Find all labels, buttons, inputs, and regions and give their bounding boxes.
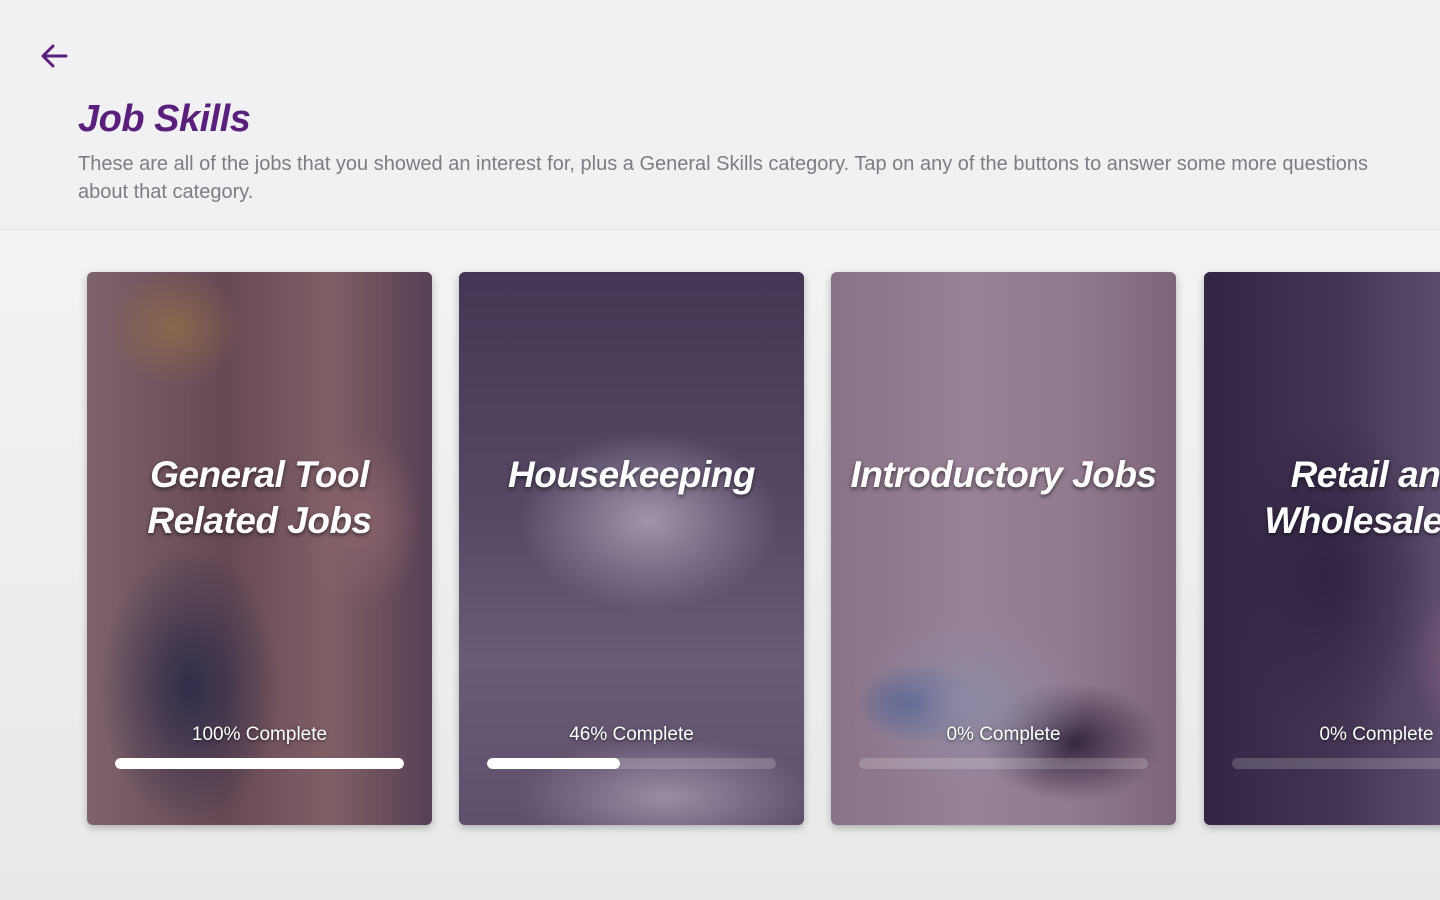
progress-label: 100% Complete	[191, 724, 328, 745]
card-title: Introductory Jobs	[850, 454, 1157, 495]
card-title: General Tool Related Jobs	[147, 454, 372, 541]
progress-label: 0% Complete	[1319, 724, 1434, 745]
progress-fill	[115, 758, 404, 769]
page-title: Job Skills	[78, 98, 251, 140]
progress-bar	[115, 758, 404, 769]
page-header: Job Skills These are all of the jobs tha…	[0, 0, 1440, 230]
arrow-left-icon	[41, 44, 68, 68]
progress-fill	[487, 758, 620, 769]
job-skill-cards: General Tool Related Jobs 100% Complete …	[0, 230, 1440, 900]
card-housekeeping[interactable]: Housekeeping 46% Complete	[459, 272, 804, 825]
progress-bar	[859, 758, 1148, 769]
progress-label: 0% Complete	[946, 724, 1061, 745]
card-title: Housekeeping	[508, 454, 755, 495]
progress-bar	[487, 758, 776, 769]
card-title: Retail and Wholesale St	[1264, 454, 1440, 541]
back-button[interactable]	[30, 32, 78, 80]
page-description: These are all of the jobs that you showe…	[78, 153, 1368, 203]
progress-label: 46% Complete	[569, 724, 694, 745]
card-introductory-jobs[interactable]: Introductory Jobs 0% Complete	[831, 272, 1176, 825]
card-retail-and-wholesale[interactable]: Retail and Wholesale St 0% Complete	[1204, 272, 1440, 825]
progress-bar	[1232, 758, 1440, 769]
card-general-tool-related-jobs[interactable]: General Tool Related Jobs 100% Complete	[87, 272, 432, 825]
